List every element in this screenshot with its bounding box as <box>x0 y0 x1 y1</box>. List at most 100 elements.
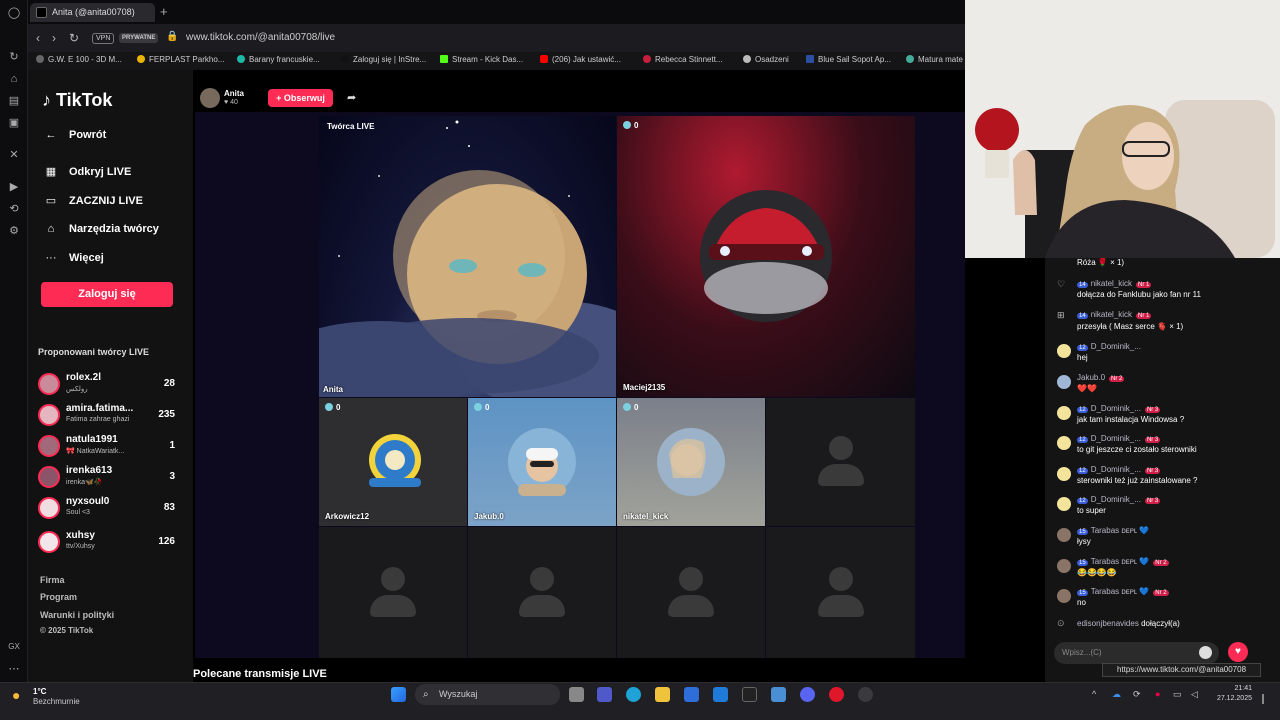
bookmark-item[interactable]: FERPLAST Parkho... <box>137 55 224 64</box>
bag-icon[interactable]: ⌂ <box>7 72 21 86</box>
los-pollos-avatar-image <box>369 434 421 487</box>
login-button[interactable]: Zaloguj się <box>41 282 173 307</box>
reload-icon[interactable]: ↻ <box>69 31 79 45</box>
tab-strip <box>28 0 965 24</box>
site-icon <box>643 55 651 63</box>
bookmark-item[interactable]: Osadzeni <box>743 55 789 64</box>
start-windows-icon[interactable] <box>391 687 406 702</box>
tile-viewers: 0 <box>474 403 489 412</box>
empty-guest-slot[interactable] <box>617 527 765 658</box>
creator-item[interactable]: amira.fatima... Fatima zahrae ghazi 235 <box>38 402 178 430</box>
forward-icon[interactable]: › <box>52 31 56 45</box>
nav-more[interactable]: ··· Więcej <box>44 252 104 264</box>
bookmark-item[interactable]: Stream - Kick Das... <box>440 55 523 64</box>
bookmark-item[interactable]: (206) Jak ustawić... <box>540 55 621 64</box>
footer-company-link[interactable]: Firma <box>40 575 65 585</box>
back-icon[interactable]: ‹ <box>36 31 40 45</box>
empty-guest-slot[interactable] <box>319 527 467 658</box>
host-name[interactable]: Anita <box>224 89 244 98</box>
more-icon[interactable]: ⋯ <box>7 662 21 676</box>
ferplast-icon <box>137 55 145 63</box>
avatar <box>38 531 60 553</box>
bookmark-item[interactable]: Matura mate <box>906 55 963 64</box>
url-field[interactable]: www.tiktok.com/@anita00708/live <box>186 32 335 43</box>
emoji-icon[interactable] <box>1199 646 1212 659</box>
empty-guest-slot[interactable] <box>468 527 616 658</box>
empty-guest-slot[interactable] <box>766 527 915 658</box>
history-icon[interactable]: ⟲ <box>7 202 21 216</box>
lock-icon[interactable]: 🔒 <box>166 31 178 42</box>
weather-widget[interactable]: ● 1°C Bezchmurnie <box>12 685 92 715</box>
opera-gx-icon[interactable] <box>829 687 844 702</box>
gx-icon[interactable]: GX <box>7 640 21 654</box>
share-icon[interactable]: ➦ <box>347 91 356 104</box>
new-tab-button[interactable]: + <box>160 4 168 19</box>
footer-program-link[interactable]: Program <box>40 592 77 602</box>
like-heart-button[interactable]: ♥ <box>1228 642 1248 662</box>
player-icon[interactable]: ▶ <box>7 180 21 194</box>
microphone-icon[interactable]: ● <box>1155 689 1160 699</box>
nav-start-live[interactable]: ▭ ZACZNIJ LIVE <box>44 194 143 207</box>
avatar <box>38 435 60 457</box>
link-tooltip: https://www.tiktok.com/@anita00708 <box>1102 663 1261 677</box>
store-icon[interactable] <box>684 687 699 702</box>
guest-tile-host[interactable]: Twórca LIVE Anita <box>319 116 616 397</box>
sync-icon[interactable]: ⟳ <box>1133 689 1141 700</box>
nav-creator-tools[interactable]: ⌂ Narzędzia twórcy <box>44 223 159 235</box>
follow-button[interactable]: + Obserwuj <box>268 89 333 107</box>
bookmark-item[interactable]: Blue Sail Sopot Ap... <box>806 55 891 64</box>
app-icon[interactable] <box>771 687 786 702</box>
onedrive-icon[interactable]: ☁ <box>1112 689 1121 700</box>
obs-icon[interactable] <box>858 687 873 702</box>
guest-tile[interactable]: 0 Jakub.0 <box>468 398 616 526</box>
guest-tile[interactable]: 0 Maciej2135 <box>617 116 915 397</box>
chat-input[interactable]: Wpisz...(C) <box>1054 642 1219 664</box>
mail-icon[interactable] <box>713 687 728 702</box>
volume-icon[interactable]: ◁ <box>1191 689 1198 700</box>
discord-icon[interactable] <box>800 687 815 702</box>
browser-tab[interactable]: Anita (@anita00708) <box>30 3 155 22</box>
creator-item[interactable]: xuhsy ttv/Xuhsy 126 <box>38 529 178 557</box>
coin-icon <box>325 403 333 411</box>
teams-icon[interactable] <box>597 687 612 702</box>
show-desktop-button[interactable] <box>1262 694 1264 704</box>
bookmark-item[interactable]: Rebecca Stinnett... <box>643 55 723 64</box>
guest-tile[interactable]: 0 nikatel_kick <box>617 398 765 526</box>
creator-item[interactable]: irenka613 irenka🦋🥀 3 <box>38 464 178 492</box>
pinboard-icon[interactable]: ▤ <box>7 94 21 108</box>
tiktok-logo[interactable]: ♪ TikTok <box>42 90 112 111</box>
creator-item[interactable]: natula1991 🎀 NatkaWariatk... 1 <box>38 433 178 461</box>
x-twitter-icon[interactable]: ✕ <box>7 148 21 162</box>
gift-icon: ⊞ <box>1057 310 1065 320</box>
network-icon[interactable]: ▭ <box>1173 689 1182 700</box>
host-avatar[interactable] <box>200 88 220 108</box>
creator-item[interactable]: rolex.2l رولكس 28 <box>38 371 178 399</box>
settings-icon[interactable]: ⚙ <box>7 224 21 238</box>
file-explorer-icon[interactable] <box>655 687 670 702</box>
bookmark-item[interactable]: Zaloguj się | InStre... <box>341 55 426 64</box>
guest-tile[interactable]: 0 Arkowicz12 <box>319 398 467 526</box>
opera-logo-icon[interactable]: ◯ <box>7 6 21 20</box>
avatar <box>1057 406 1071 420</box>
creator-item[interactable]: nyxsoul0 Soul <3 83 <box>38 495 178 523</box>
avatar <box>1057 497 1071 511</box>
nav-discover-live[interactable]: ▦ Odkryj LIVE <box>44 165 132 178</box>
edge-icon[interactable] <box>626 687 641 702</box>
globe-icon <box>36 55 44 63</box>
footer-terms-link[interactable]: Warunki i polityki <box>40 610 114 620</box>
bookmark-item[interactable]: Barany francuskie... <box>237 55 320 64</box>
vpn-badge[interactable]: VPN <box>92 33 115 44</box>
avatar <box>38 404 60 426</box>
bookmark-item[interactable]: G.W. E 100 - 3D M... <box>36 55 122 64</box>
nav-back[interactable]: ← Powrót <box>44 129 107 141</box>
speed-dial-icon[interactable]: ↻ <box>7 50 21 64</box>
avatar <box>1057 467 1071 481</box>
task-view-icon[interactable] <box>569 687 584 702</box>
person-placeholder-icon <box>370 566 416 619</box>
taskbar-clock[interactable]: 21:41 27.12.2025 <box>1214 685 1252 702</box>
tray-chevron-icon[interactable]: ^ <box>1092 689 1096 699</box>
messenger-icon[interactable]: ▣ <box>7 116 21 130</box>
empty-guest-slot[interactable] <box>766 398 915 526</box>
taskbar-search[interactable]: ⌕ Wyszukaj <box>415 684 560 705</box>
capcut-icon[interactable] <box>742 687 757 702</box>
